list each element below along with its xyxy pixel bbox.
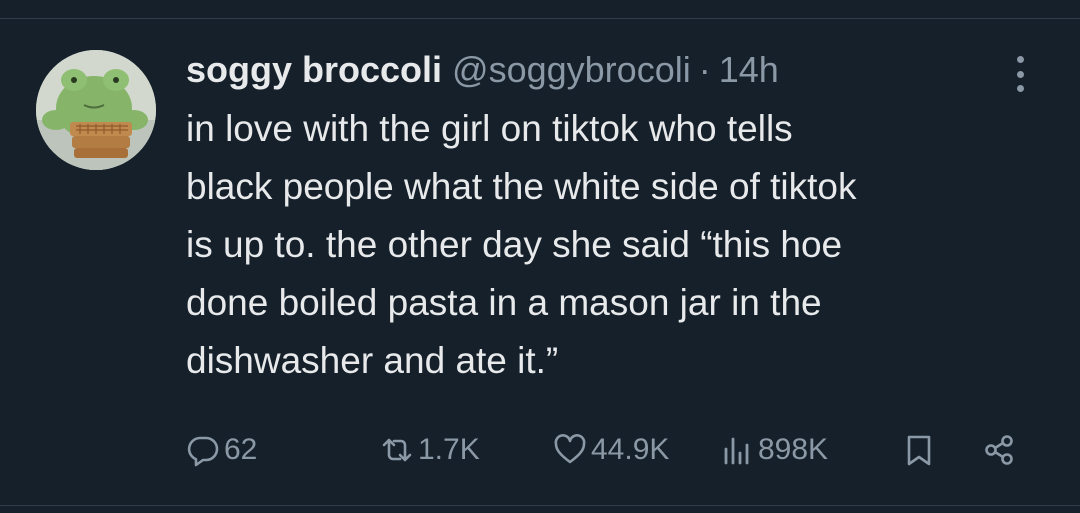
more-options-button[interactable] [1002,56,1038,92]
reply-button[interactable]: 62 [186,425,257,475]
reply-count: 62 [224,433,258,466]
bookmark-button[interactable] [902,425,936,475]
retweet-count: 1.7K [418,433,480,466]
like-button[interactable]: 44.9K [553,425,669,475]
views-button[interactable]: 898K [720,425,828,475]
more-vertical-icon-dot [1016,85,1024,92]
avatar[interactable] [36,50,156,170]
more-vertical-icon [1016,56,1024,63]
separator-dot: · [698,49,711,90]
author-name[interactable]: soggy broccoli [186,48,442,92]
reply-icon [187,436,219,467]
share-icon [985,435,1013,465]
views-bar-chart-icon [724,437,749,465]
like-count: 44.9K [591,433,670,466]
retweet-icon [382,438,412,462]
share-button[interactable] [982,425,1016,475]
frog-avatar-image [36,50,156,170]
retweet-button[interactable]: 1.7K [380,425,480,475]
more-vertical-icon-dot [1016,70,1024,78]
tweet-text: in love with the girl on tiktok who tell… [186,108,857,381]
bottom-divider [0,505,1080,506]
timestamp[interactable]: 14h [719,48,779,92]
top-divider [0,18,1080,19]
tweet-header: soggy broccoli @soggybrocoli · 14h [186,48,1056,92]
action-bar: 62 1.7K 44.9K 898K [0,425,1080,475]
tweet: soggy broccoli @soggybrocoli · 14h in lo… [186,48,1056,390]
heart-icon [554,434,586,464]
bookmark-icon [907,435,931,466]
view-count: 898K [758,433,829,466]
author-handle[interactable]: @soggybrocoli [452,48,691,92]
